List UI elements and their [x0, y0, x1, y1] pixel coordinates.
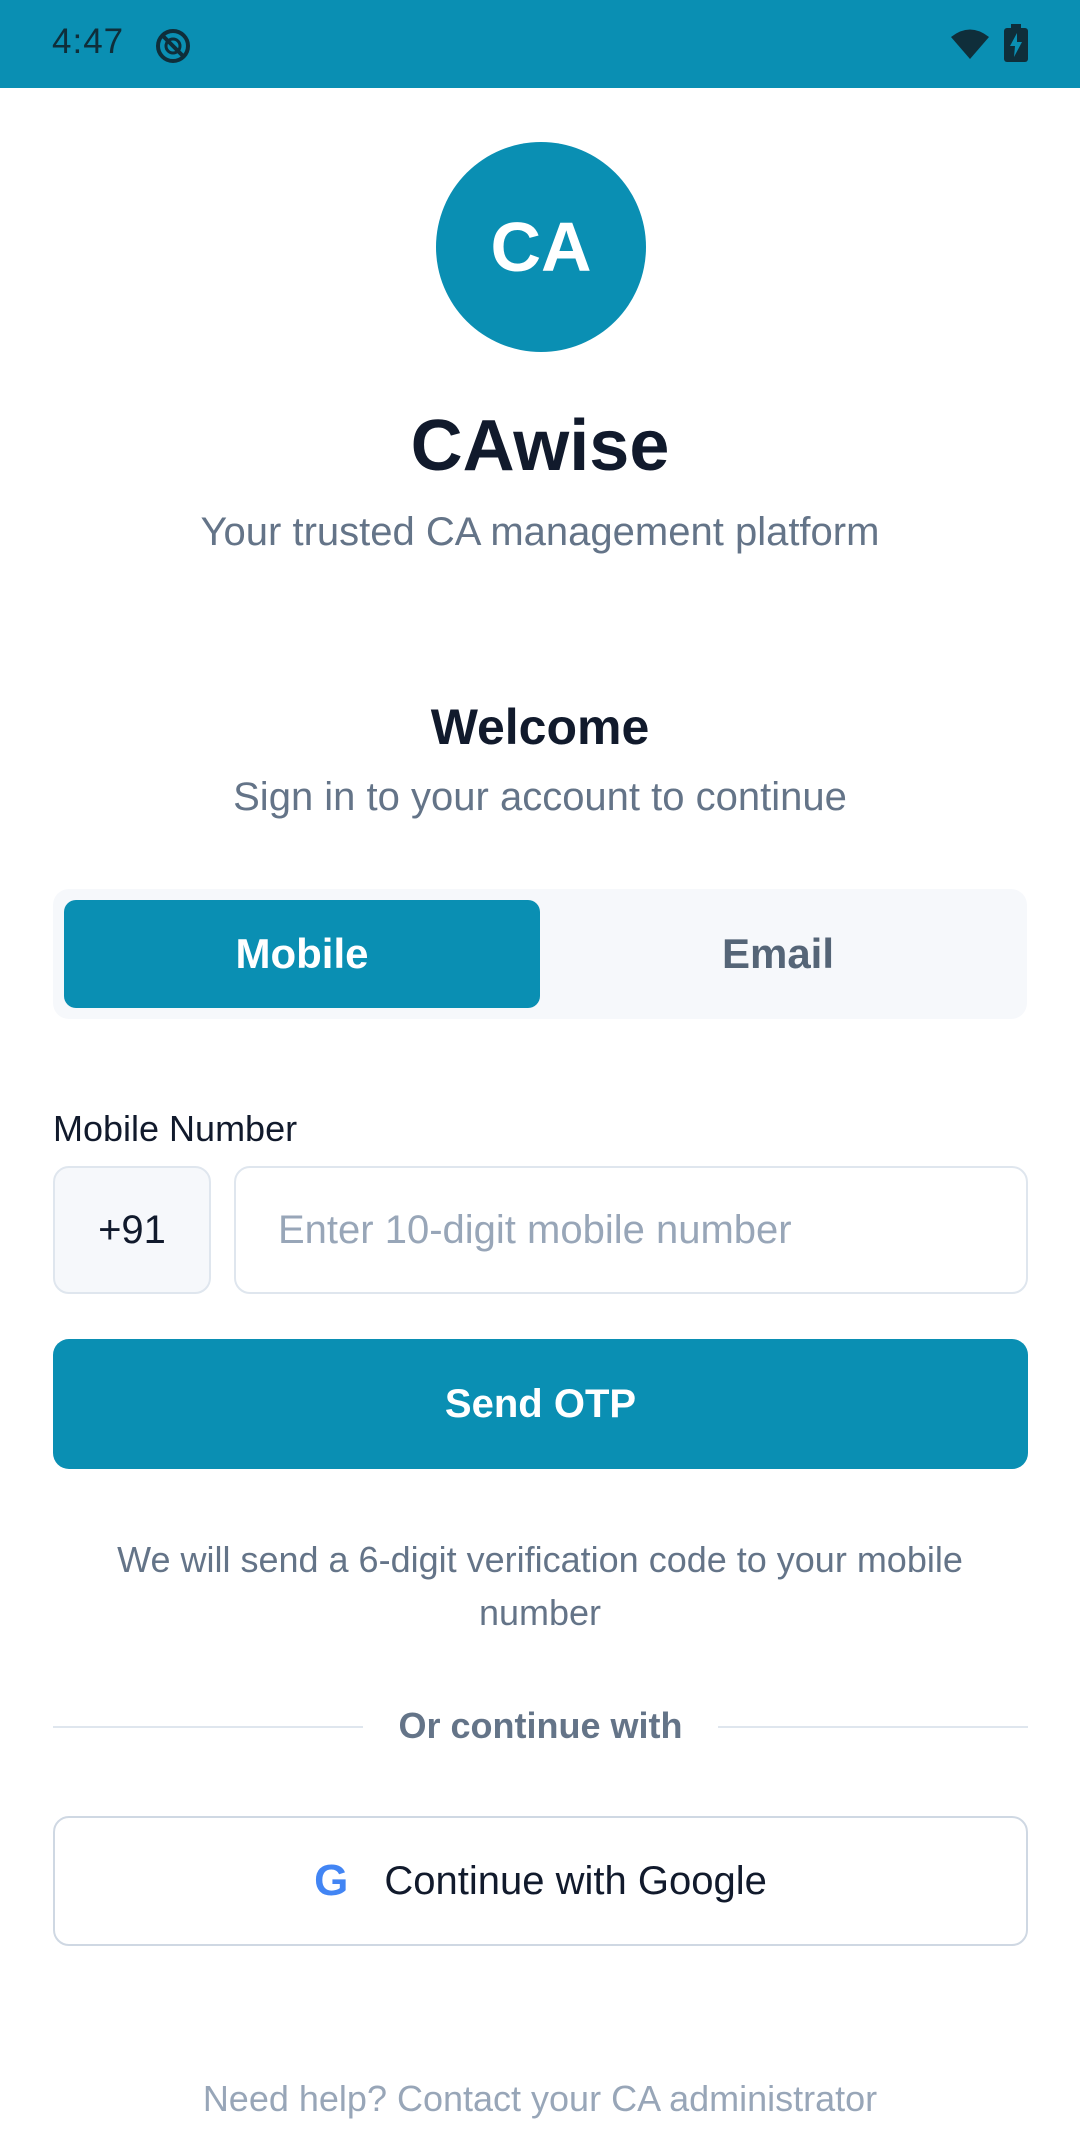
welcome-subtitle: Sign in to your account to continue: [233, 775, 847, 819]
do-not-disturb-icon: [156, 29, 190, 63]
status-bar: 4:47: [0, 0, 1080, 88]
welcome-title: Welcome: [430, 699, 650, 755]
wifi-icon: [951, 29, 989, 59]
mobile-number-input[interactable]: [234, 1166, 1028, 1294]
battery-charging-icon: [1004, 24, 1028, 62]
send-otp-button[interactable]: Send OTP: [53, 1339, 1028, 1469]
app-tagline: Your trusted CA management platform: [200, 510, 880, 554]
divider-left: [53, 1726, 363, 1728]
continue-with-google-button[interactable]: G Continue with Google: [53, 1816, 1028, 1946]
tab-email[interactable]: Email: [540, 900, 1016, 1008]
google-button-label: Continue with Google: [384, 1858, 767, 1903]
otp-info-text: We will send a 6-digit verification code…: [117, 1539, 963, 1633]
country-code-selector[interactable]: +91: [53, 1166, 211, 1294]
status-time: 4:47: [52, 22, 125, 61]
login-method-tabs: Mobile Email: [53, 889, 1027, 1019]
google-icon: G: [314, 1856, 349, 1905]
tab-mobile[interactable]: Mobile: [64, 900, 540, 1008]
divider-label: Or continue with: [398, 1705, 683, 1746]
login-screen: 4:47 CA CAwise Your trusted CA managemen…: [0, 0, 1080, 2143]
app-logo: CA: [436, 142, 646, 352]
app-name: CAwise: [410, 406, 670, 486]
mobile-number-label: Mobile Number: [53, 1108, 298, 1149]
help-link[interactable]: Need help? Contact your CA administrator: [0, 2078, 1080, 2120]
divider-right: [718, 1726, 1028, 1728]
logo-text: CA: [490, 208, 592, 286]
